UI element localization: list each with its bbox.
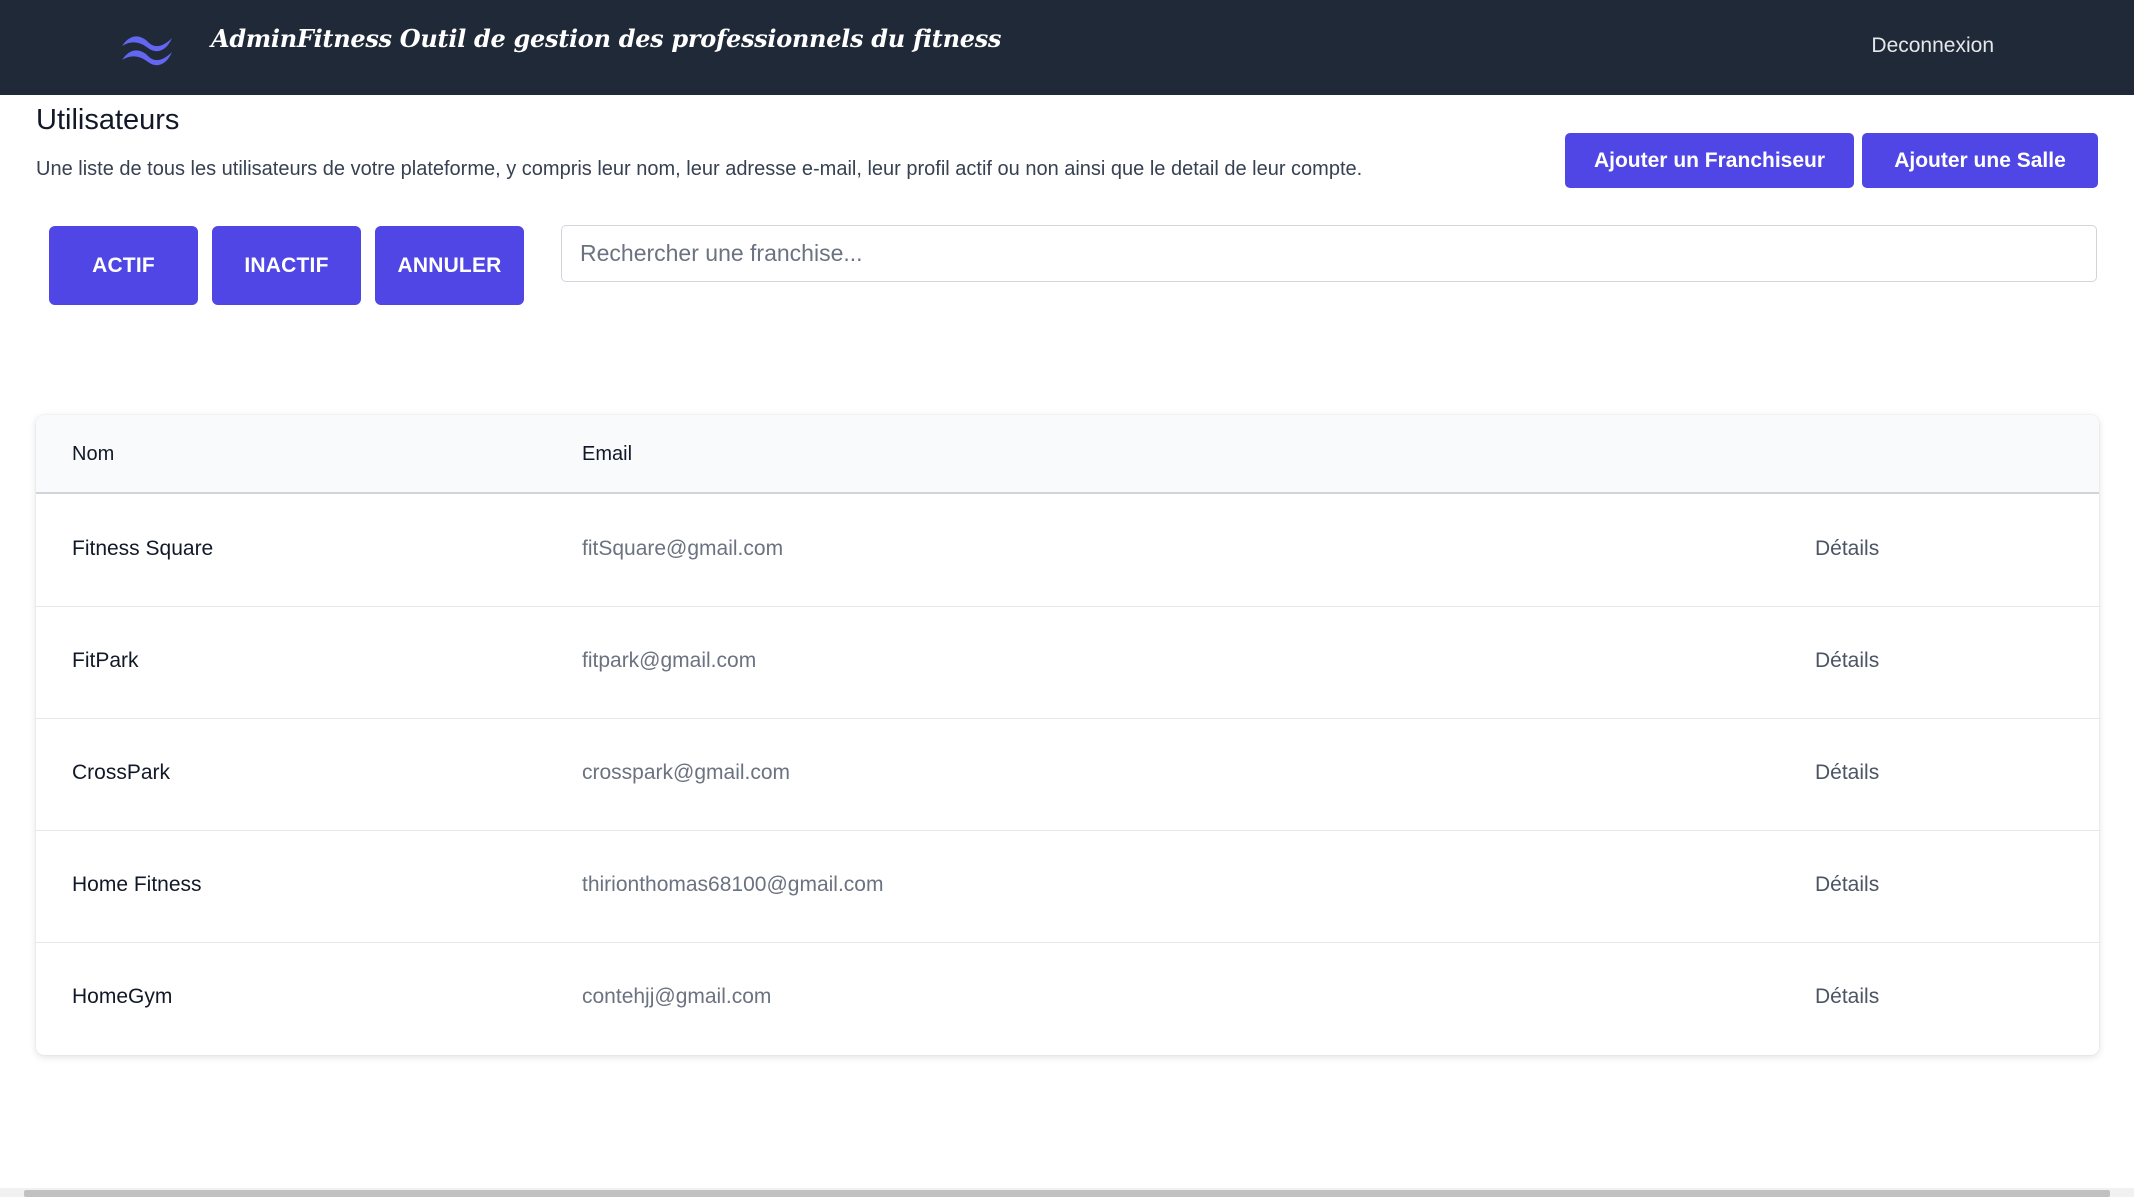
- table-row: CrossPark crosspark@gmail.com Détails: [36, 718, 2099, 831]
- details-link[interactable]: Détails: [1815, 873, 1879, 897]
- app-title: AdminFitness Outil de gestion des profes…: [211, 24, 1002, 53]
- user-name: FitPark: [72, 649, 139, 672]
- users-table: Nom Email Fitness Square fitSquare@gmail…: [36, 415, 2099, 1055]
- column-header-email: Email: [582, 443, 633, 465]
- user-name: Home Fitness: [72, 873, 202, 896]
- user-name: Fitness Square: [72, 537, 214, 560]
- wave-logo-icon: [122, 36, 172, 66]
- filter-active-button[interactable]: ACTIF: [49, 226, 198, 305]
- user-name: HomeGym: [72, 985, 173, 1008]
- add-franchise-button[interactable]: Ajouter un Franchiseur: [1565, 133, 1854, 188]
- user-email: fitpark@gmail.com: [582, 649, 757, 672]
- table-row: HomeGym contehjj@gmail.com Détails: [36, 942, 2099, 1054]
- details-link[interactable]: Détails: [1815, 537, 1879, 561]
- details-link[interactable]: Détails: [1815, 985, 1879, 1009]
- logout-link[interactable]: Deconnexion: [1871, 34, 1994, 58]
- details-link[interactable]: Détails: [1815, 761, 1879, 785]
- user-email: crosspark@gmail.com: [582, 761, 791, 784]
- top-navbar: AdminFitness Outil de gestion des profes…: [0, 0, 2134, 95]
- user-name: CrossPark: [72, 761, 171, 784]
- user-email: fitSquare@gmail.com: [582, 537, 784, 560]
- page-description: Une liste de tous les utilisateurs de vo…: [36, 158, 1363, 180]
- table-row: FitPark fitpark@gmail.com Détails: [36, 606, 2099, 719]
- column-header-name: Nom: [72, 443, 115, 465]
- table-header: Nom Email: [36, 415, 2099, 494]
- search-input[interactable]: [561, 225, 2097, 282]
- user-email: contehjj@gmail.com: [582, 985, 772, 1008]
- filter-cancel-button[interactable]: ANNULER: [375, 226, 524, 305]
- filter-inactive-button[interactable]: INACTIF: [212, 226, 361, 305]
- table-row: Fitness Square fitSquare@gmail.com Détai…: [36, 494, 2099, 607]
- add-room-button[interactable]: Ajouter une Salle: [1862, 133, 2098, 188]
- scrollbar-thumb[interactable]: [24, 1190, 2110, 1197]
- details-link[interactable]: Détails: [1815, 649, 1879, 673]
- page-title: Utilisateurs: [36, 104, 180, 136]
- user-email: thirionthomas68100@gmail.com: [582, 873, 884, 896]
- table-row: Home Fitness thirionthomas68100@gmail.co…: [36, 830, 2099, 943]
